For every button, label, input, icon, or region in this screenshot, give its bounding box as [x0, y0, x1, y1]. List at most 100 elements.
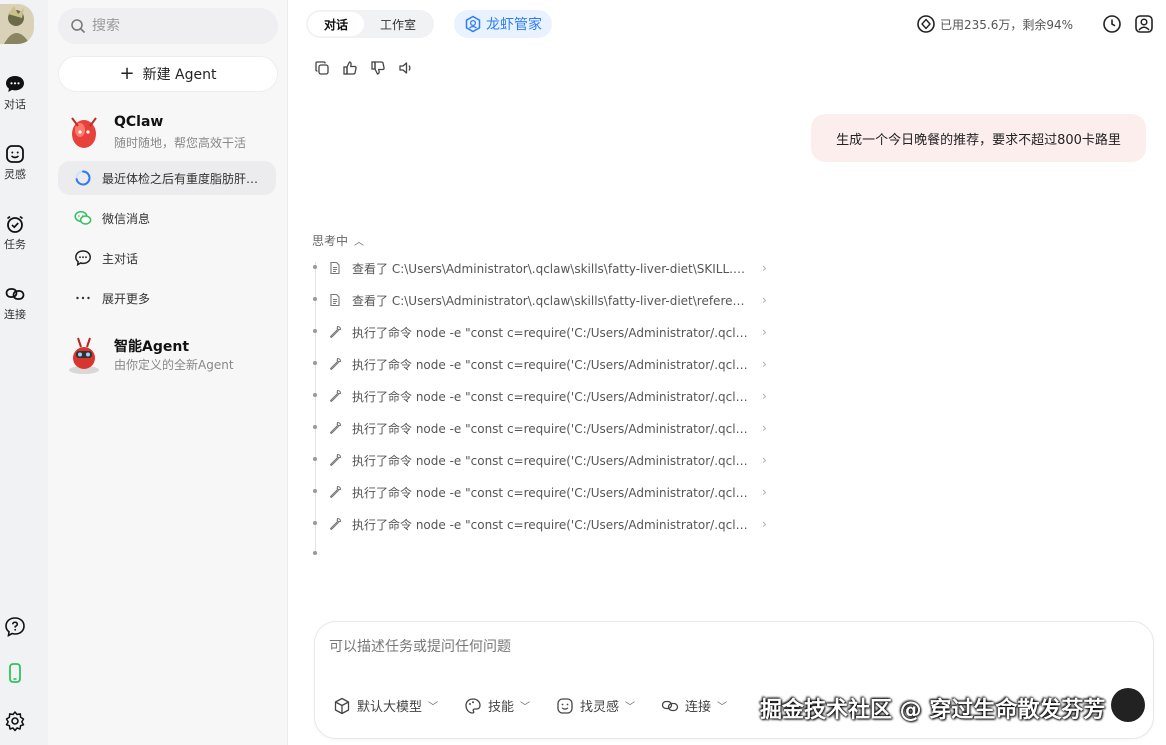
message-input[interactable] [329, 636, 1109, 676]
rail-label: 对话 [4, 98, 26, 111]
copy-icon[interactable] [314, 60, 330, 76]
phone-icon[interactable] [4, 662, 26, 684]
thinking-step[interactable]: 执行了命令 node -e "const c=require('C:/Users… [328, 386, 778, 406]
sidebar-item-show-more[interactable]: 展开更多 [58, 281, 276, 315]
settings-icon[interactable] [4, 710, 26, 732]
rail-item-tasks[interactable]: 任务 [0, 214, 30, 252]
timeline-dot [313, 457, 317, 461]
file-icon [330, 293, 340, 307]
agent-desc: 由你定义的全新Agent [114, 358, 234, 372]
sidebar-item-label: 主对话 [102, 251, 139, 266]
loading-spinner-icon [75, 170, 91, 186]
step-text: 执行了命令 node -e "const c=require('C:/Users… [352, 325, 752, 340]
tab-studio[interactable]: 工作室 [364, 12, 432, 36]
watermark-text: 掘金技术社区 @ 穿过生命散发芬芳 [760, 698, 1106, 723]
chevron-down-icon: ﹀ [520, 702, 531, 713]
timeline-dot [313, 489, 317, 493]
wrench-icon [329, 325, 342, 339]
chat-icon [75, 250, 91, 267]
chevron-right-icon: › [762, 357, 767, 371]
tab-chat[interactable]: 对话 [308, 12, 365, 36]
thinking-step[interactable]: 查看了 C:\Users\Administrator\.qclaw\skills… [328, 290, 778, 310]
agent-smart[interactable]: 智能Agent 由你定义的全新Agent [64, 334, 284, 378]
rail-item-chat[interactable]: 对话 [0, 74, 30, 112]
rail-label: 任务 [4, 238, 26, 251]
lobster-butler-tab[interactable]: 龙虾管家 [454, 10, 552, 38]
thinking-step[interactable]: 执行了命令 node -e "const c=require('C:/Users… [328, 482, 778, 502]
rail-item-inspiration[interactable]: 灵感 [0, 144, 30, 182]
new-agent-button[interactable]: + 新建 Agent [58, 56, 278, 92]
agent-qclaw[interactable]: QClaw 随时随地，帮您高效干活 [64, 112, 284, 156]
plus-icon: + [119, 63, 135, 84]
timeline-dot [313, 393, 317, 397]
agent-name: 智能Agent [114, 339, 190, 355]
timeline-dot [313, 265, 317, 269]
thinking-step[interactable]: 查看了 C:\Users\Administrator\.qclaw\skills… [328, 258, 778, 278]
step-text: 查看了 C:\Users\Administrator\.qclaw\skills… [352, 293, 752, 308]
step-text: 执行了命令 node -e "const c=require('C:/Users… [352, 453, 752, 468]
thinking-timeline [315, 262, 316, 552]
search-box[interactable] [58, 8, 278, 44]
step-text: 执行了命令 node -e "const c=require('C:/Users… [352, 485, 752, 500]
wrench-icon [329, 421, 342, 435]
rail-label: 灵感 [4, 168, 26, 181]
file-icon [330, 261, 340, 275]
connect-select[interactable]: 连接 ﹀ [661, 696, 727, 715]
sidebar-item-label: 微信消息 [102, 211, 151, 226]
inspiration-select[interactable]: 找灵感 ﹀ [556, 696, 635, 715]
link-icon [661, 700, 679, 711]
thinking-step[interactable]: 执行了命令 node -e "const c=require('C:/Users… [328, 354, 778, 374]
diamond-coin-icon [917, 15, 935, 33]
chevron-right-icon: › [762, 389, 767, 403]
timeline-dot [313, 521, 317, 525]
hexagon-shield-icon [465, 15, 481, 33]
qclaw-logo-icon [71, 117, 97, 148]
sidebar-item-wechat[interactable]: 微信消息 [58, 201, 276, 235]
smart-agent-logo-icon [69, 337, 99, 374]
rail-item-connect[interactable]: 连接 [0, 284, 30, 322]
thinking-step[interactable]: 执行了命令 node -e "const c=require('C:/Users… [328, 418, 778, 438]
quota-text: 已用235.6万，剩余94% [940, 17, 1074, 32]
wrench-icon [329, 453, 342, 467]
conversation-item-active[interactable]: 最近体检之后有重度脂肪肝… [58, 161, 276, 195]
search-input[interactable] [92, 18, 252, 34]
send-button[interactable] [1111, 688, 1145, 722]
model-select[interactable]: 默认大模型 ﹀ [333, 696, 438, 715]
mode-tabs: 对话 工作室 [306, 10, 435, 38]
sidebar-item-main-chat[interactable]: 主对话 [58, 241, 276, 275]
tool-label: 连接 [685, 700, 712, 715]
thinking-step[interactable]: 执行了命令 node -e "const c=require('C:/Users… [328, 514, 778, 534]
new-agent-label: 新建 Agent [142, 67, 217, 83]
account-icon[interactable] [1134, 14, 1154, 34]
thinking-step[interactable]: 执行了命令 node -e "const c=require('C:/Users… [328, 322, 778, 342]
help-icon[interactable] [4, 616, 26, 638]
timeline-dot [313, 361, 317, 365]
wechat-icon [74, 210, 92, 225]
step-text: 执行了命令 node -e "const c=require('C:/Users… [352, 389, 752, 404]
chevron-down-icon: ﹀ [428, 702, 439, 713]
history-clock-icon[interactable] [1102, 14, 1122, 34]
thumbs-down-icon[interactable] [370, 60, 386, 76]
thinking-step[interactable]: 执行了命令 node -e "const c=require('C:/Users… [328, 450, 778, 470]
speaker-icon[interactable] [398, 60, 414, 76]
chevron-down-icon: ﹀ [717, 702, 728, 713]
skills-select[interactable]: 技能 ﹀ [464, 696, 530, 715]
step-text: 执行了命令 node -e "const c=require('C:/Users… [352, 357, 752, 372]
step-text: 执行了命令 node -e "const c=require('C:/Users… [352, 421, 752, 436]
composer-toolbar: 默认大模型 ﹀ 技能 ﹀ 找灵感 ﹀ 连接 ﹀ [333, 696, 753, 715]
agent-name: QClaw [114, 114, 164, 130]
chevron-right-icon: › [762, 293, 767, 307]
chevron-right-icon: › [762, 325, 767, 339]
cube-icon [334, 697, 350, 714]
user-avatar[interactable] [0, 4, 34, 44]
chevron-right-icon: › [762, 261, 767, 275]
chevron-right-icon: › [762, 485, 767, 499]
palette-icon [465, 697, 481, 714]
thumbs-up-icon[interactable] [342, 60, 358, 76]
chat-bubble-icon [6, 76, 24, 92]
thinking-toggle[interactable]: 思考中 ︿ [312, 232, 364, 249]
sidebar-item-label: 展开更多 [102, 291, 151, 306]
rail-label: 连接 [4, 308, 26, 321]
chevron-up-icon: ︿ [354, 237, 365, 248]
left-rail: 对话 灵感 任务 连接 [0, 0, 48, 745]
